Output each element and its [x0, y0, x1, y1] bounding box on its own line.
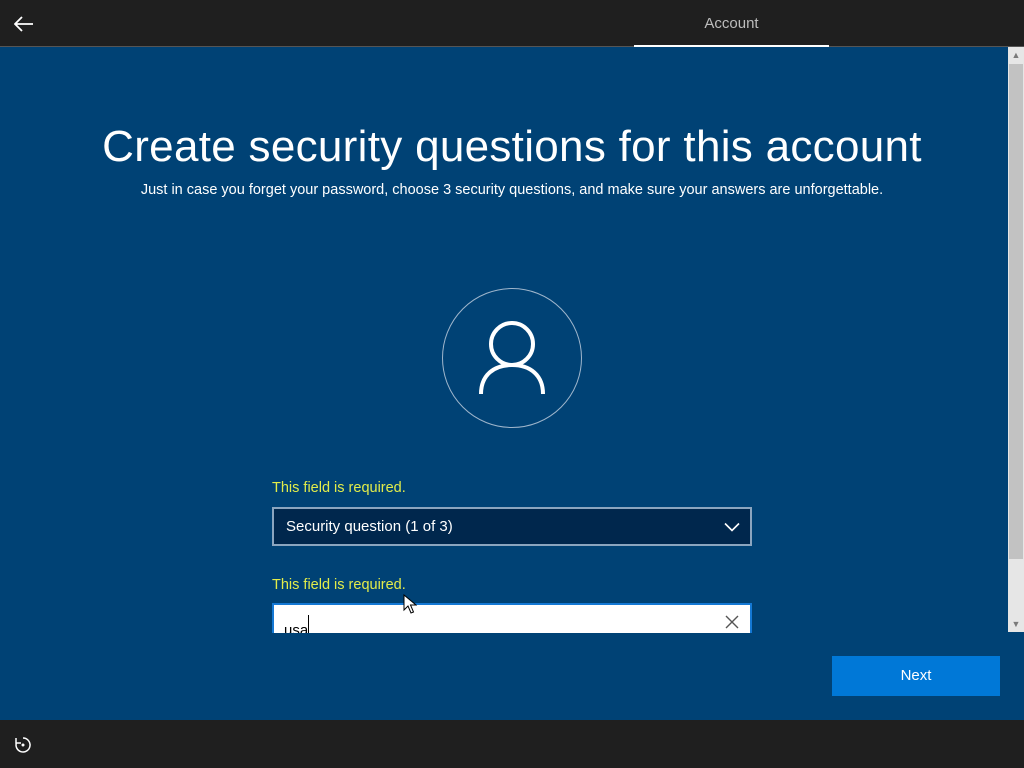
- text-caret: [308, 615, 309, 633]
- scrollbar[interactable]: ▲ ▼: [1008, 47, 1024, 632]
- user-icon: [479, 321, 545, 395]
- avatar: [442, 288, 582, 428]
- next-button[interactable]: Next: [832, 656, 1000, 696]
- main-content: Create security questions for this accou…: [0, 47, 1024, 720]
- page-subtitle: Just in case you forget your password, c…: [140, 182, 884, 198]
- close-icon[interactable]: [724, 614, 740, 630]
- back-button[interactable]: [8, 8, 40, 40]
- ease-of-access-button[interactable]: [12, 734, 34, 756]
- back-arrow-icon: [14, 16, 33, 32]
- chevron-down-icon: [724, 522, 740, 532]
- top-bar: Account: [0, 0, 1024, 47]
- page-title: Create security questions for this accou…: [102, 122, 922, 171]
- ease-of-access-icon: [15, 737, 31, 753]
- question-error-message: This field is required.: [272, 480, 406, 496]
- answer-field[interactable]: [272, 603, 752, 633]
- security-question-select[interactable]: Security question (1 of 3): [272, 507, 752, 546]
- security-question-value: Security question (1 of 3): [286, 518, 453, 535]
- mouse-pointer-icon: [403, 594, 417, 614]
- scroll-up-arrow-icon[interactable]: ▲: [1008, 47, 1024, 63]
- scroll-down-arrow-icon[interactable]: ▼: [1008, 616, 1024, 632]
- bottom-bar: [0, 720, 1024, 768]
- tab-account[interactable]: Account: [634, 0, 829, 47]
- scrollbar-thumb[interactable]: [1009, 64, 1023, 559]
- setup-window: Account Create security questions for th…: [0, 0, 1024, 768]
- answer-input[interactable]: [274, 605, 704, 633]
- answer-error-message: This field is required.: [272, 577, 406, 593]
